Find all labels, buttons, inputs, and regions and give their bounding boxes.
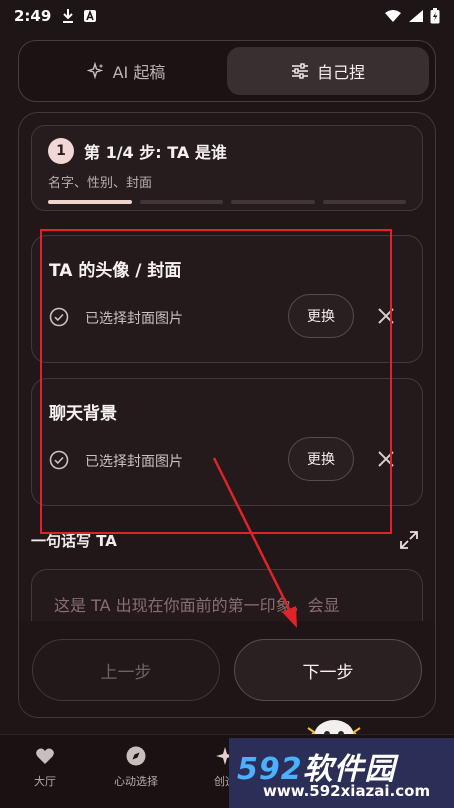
next-step-button[interactable]: 下一步: [234, 639, 422, 701]
close-icon[interactable]: [375, 305, 397, 327]
download-icon: [63, 9, 74, 23]
intro-placeholder: 这是 TA 出现在你面前的第一印象，会显: [54, 596, 340, 615]
sparkle-icon: [86, 62, 104, 80]
change-avatar-cover-button[interactable]: 更换: [288, 294, 354, 338]
wifi-icon: [385, 10, 401, 22]
tab-custom[interactable]: 自己捏: [227, 47, 429, 95]
battery-icon: [430, 8, 440, 24]
avatar-cover-title: TA 的头像 / 封面: [49, 261, 182, 281]
check-circle-icon: [49, 450, 69, 470]
intro-section-header: 一句话写 TA: [31, 525, 423, 555]
step-subtitle: 名字、性别、封面: [48, 176, 153, 191]
change-chat-background-button[interactable]: 更换: [288, 437, 354, 481]
nav-item-heart-choice[interactable]: 心动选择: [101, 745, 171, 789]
nav-item-heart-choice-label: 心动选择: [114, 775, 158, 788]
watermark-url: www.592xiazai.com: [263, 782, 431, 800]
progress-segment: [231, 200, 315, 204]
app-notification-icon: [84, 9, 97, 22]
intro-label: 一句话写 TA: [31, 531, 117, 550]
step-progress: [48, 200, 406, 204]
avatar-cover-status: 已选择封面图片: [85, 311, 183, 327]
character-form-panel: 1 第 1/4 步: TA 是谁 名字、性别、封面 TA 的头像 / 封面 已选…: [18, 112, 436, 718]
chat-background-status: 已选择封面图片: [85, 454, 183, 470]
nav-item-lobby-label: 大厅: [34, 775, 56, 788]
watermark-logo: 592软件园 www.592xiazai.com: [229, 738, 454, 808]
heart-icon: [36, 748, 54, 764]
status-bar: 2:49: [0, 0, 454, 32]
tab-custom-label: 自己捏: [316, 63, 365, 82]
tab-ai-draft-label: AI 起稿: [112, 63, 166, 82]
step-title: 第 1/4 步: TA 是谁: [84, 143, 227, 162]
step-indicator: 1 第 1/4 步: TA 是谁 名字、性别、封面: [31, 125, 423, 211]
step-number-badge: 1: [48, 138, 74, 164]
check-circle-icon: [49, 307, 69, 327]
expand-icon[interactable]: [399, 530, 419, 550]
progress-segment: [322, 200, 406, 204]
progress-segment: [139, 200, 223, 204]
mode-switch: AI 起稿 自己捏: [18, 40, 436, 102]
previous-step-button[interactable]: 上一步: [32, 639, 220, 701]
nav-item-lobby[interactable]: 大厅: [10, 745, 80, 789]
sliders-icon: [291, 63, 308, 79]
close-icon[interactable]: [375, 448, 397, 470]
avatar-cover-card: TA 的头像 / 封面 已选择封面图片 更换: [31, 235, 423, 363]
signal-icon: [409, 10, 423, 22]
chat-background-title: 聊天背景: [49, 404, 117, 424]
tab-ai-draft[interactable]: AI 起稿: [25, 47, 227, 95]
progress-segment: [48, 200, 132, 204]
compass-icon: [126, 746, 146, 766]
status-time: 2:49: [14, 7, 52, 25]
chat-background-card: 聊天背景 已选择封面图片 更换: [31, 378, 423, 506]
